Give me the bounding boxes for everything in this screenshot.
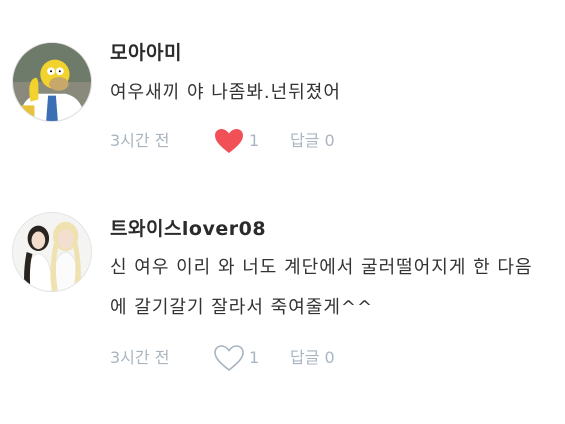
comment-username[interactable]: 트와이스lover08	[110, 214, 266, 241]
like-button[interactable]: 1	[214, 344, 259, 372]
reply-button[interactable]: 답글 0	[290, 127, 335, 155]
comment-text: 여우새끼 야 나좀봐.넌뒤졌어	[110, 82, 341, 103]
avatar[interactable]	[12, 212, 92, 292]
avatar-image	[13, 43, 91, 121]
like-count: 1	[249, 131, 260, 150]
like-button[interactable]: 1	[214, 127, 259, 155]
comment-timestamp: 3시간 전	[110, 131, 170, 150]
heart-outline-icon	[214, 345, 244, 371]
reply-button[interactable]: 답글 0	[290, 344, 335, 372]
like-count: 1	[249, 348, 260, 367]
comment-text: 신 여우 이리 와 너도 계단에서 굴러떨어지게 한 다음에 갈기갈기 잘라서 …	[110, 257, 533, 318]
heart-filled-icon	[215, 129, 243, 153]
avatar-image	[13, 213, 91, 291]
comment-timestamp: 3시간 전	[110, 348, 170, 367]
comment-username[interactable]: 모아아미	[110, 38, 182, 65]
avatar[interactable]	[12, 42, 92, 122]
